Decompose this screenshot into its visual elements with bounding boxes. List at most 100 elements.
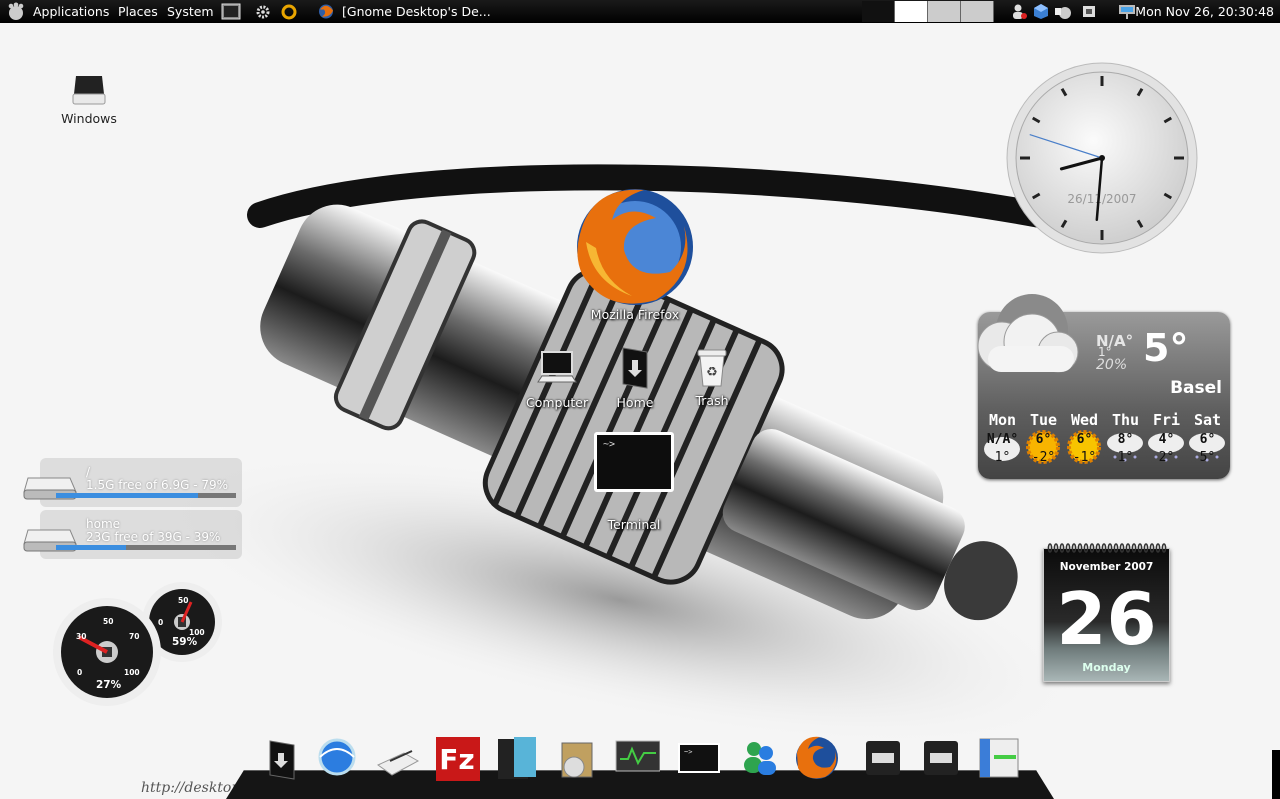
settings-gears-icon[interactable] xyxy=(255,3,275,20)
firefox-icon[interactable] xyxy=(794,735,840,781)
applications-menu[interactable]: Applications xyxy=(33,0,109,23)
workspace-3[interactable] xyxy=(928,1,961,22)
firefox-icon xyxy=(319,4,333,19)
forecast-low: 5° xyxy=(1199,450,1216,465)
disk-info: 23G free of 39G - 39% xyxy=(86,530,221,544)
messenger-icon[interactable] xyxy=(736,735,782,781)
disk-window-icon[interactable] xyxy=(918,735,964,781)
calendar-ring xyxy=(1155,543,1161,553)
weather-city: Basel xyxy=(1170,378,1222,398)
calendar-day: 26 xyxy=(1056,577,1157,661)
current-humidity: 20% xyxy=(1096,357,1128,373)
places-menu[interactable]: Places xyxy=(118,0,158,23)
trash-icon: ♻ xyxy=(697,349,727,387)
calendar-ring xyxy=(1107,543,1113,553)
disk-window-icon[interactable] xyxy=(860,735,906,781)
calendar-ring xyxy=(1143,543,1149,553)
package-installer-icon[interactable] xyxy=(554,735,600,781)
desktop-icon-trash[interactable]: ♻ Trash xyxy=(688,344,736,408)
workspace-1[interactable] xyxy=(862,1,895,22)
top-panel: Applications Places System [Gnome Deskto… xyxy=(0,0,1280,23)
update-arrows-icon[interactable] xyxy=(278,3,300,20)
system-monitor-icon[interactable] xyxy=(614,735,660,781)
calendar-ring xyxy=(1095,543,1101,553)
current-temperature: 5° xyxy=(1143,326,1189,370)
forecast-high: 6° xyxy=(1199,432,1216,447)
text-editor-icon[interactable] xyxy=(494,735,540,781)
disk-usage-root: / 1.5G free of 6.9G - 79% xyxy=(23,458,242,507)
weather-widget: N/A° 1° 20% 5° Basel Mon N/A° 1° Tue 6° … xyxy=(977,294,1230,479)
svg-text:~>: ~> xyxy=(684,748,692,756)
desktop-icon-label: Computer xyxy=(526,395,589,410)
forecast-high: N/A° xyxy=(986,432,1019,447)
desktop-icon-computer[interactable]: Computer xyxy=(526,346,588,410)
calendar-ring xyxy=(1131,543,1137,553)
disk-info: 1.5G free of 6.9G - 79% xyxy=(86,478,229,492)
desktop-icon-label: Terminal xyxy=(607,517,661,532)
forecast-high: 8° xyxy=(1117,432,1134,447)
forecast-day: Thu 8° 1° xyxy=(1105,411,1146,465)
gauge-tick: 0 xyxy=(158,618,163,627)
calendar-ring xyxy=(1119,543,1125,553)
calendar-weekday: Monday xyxy=(1082,661,1131,674)
gauge-tick: 100 xyxy=(124,668,140,677)
terminal-launcher-icon[interactable] xyxy=(221,3,241,20)
terminal-icon: ~> xyxy=(594,432,674,492)
forecast-low: 1° xyxy=(1117,450,1134,465)
disk-usage-fill xyxy=(56,545,127,550)
editor-icon[interactable] xyxy=(374,735,420,781)
cpu-chip-icon[interactable] xyxy=(1080,3,1098,20)
desktop-icon-windows[interactable]: Windows xyxy=(52,70,126,126)
svg-text:Fz: Fz xyxy=(439,743,474,776)
disk-name: / xyxy=(86,465,91,479)
home-folder-icon[interactable] xyxy=(258,735,304,781)
forecast-low: 1° xyxy=(994,450,1011,465)
gauge-tick: 50 xyxy=(178,596,188,605)
desktop-icon-firefox[interactable]: Mozilla Firefox xyxy=(570,184,700,322)
forecast-high: 4° xyxy=(1158,432,1175,447)
system-gauges-widget: 0 30 50 70 100 0 50 100 27% 59% xyxy=(52,580,224,710)
calendar-ring xyxy=(1071,543,1077,553)
calendar-ring xyxy=(1083,543,1089,553)
calendar-ring xyxy=(1161,543,1167,553)
calendar-ring xyxy=(1047,543,1053,553)
calendar-ring xyxy=(1077,543,1083,553)
system-menu[interactable]: System xyxy=(167,0,214,23)
forecast-day: Fri 4° 2° xyxy=(1146,411,1187,465)
cloud-icon xyxy=(977,294,1079,373)
calendar-ring xyxy=(1125,543,1131,553)
terminal-icon[interactable]: ~> xyxy=(676,735,722,781)
forecast-day: Mon N/A° 1° xyxy=(982,411,1023,465)
workspace-switcher[interactable] xyxy=(862,1,994,22)
desktop-icon-label: Trash xyxy=(695,393,729,408)
calendar-ring xyxy=(1101,543,1107,553)
volume-icon[interactable] xyxy=(1053,3,1073,20)
window-icon[interactable] xyxy=(976,735,1022,781)
desktop-icon-home[interactable]: Home xyxy=(610,344,660,410)
forecast-low: 2° xyxy=(1158,450,1175,465)
cube-icon[interactable] xyxy=(1032,3,1050,20)
forecast-high: 6° xyxy=(1035,432,1052,447)
desktop-icon-terminal[interactable]: ~> Terminal xyxy=(588,430,680,532)
gnome-foot-icon[interactable] xyxy=(6,2,26,21)
filezilla-icon[interactable]: Fz xyxy=(434,735,480,781)
network-user-icon[interactable] xyxy=(1010,3,1028,20)
gauge-tick: 70 xyxy=(129,632,139,641)
drive-icon xyxy=(72,76,106,105)
disk-usage-home: home 23G free of 39G - 39% xyxy=(23,510,242,559)
browser-globe-icon[interactable] xyxy=(314,735,360,781)
calendar-ring xyxy=(1149,543,1155,553)
memory-percent: 59% xyxy=(172,636,198,648)
home-folder-icon xyxy=(622,347,648,389)
workspace-4[interactable] xyxy=(961,1,994,22)
gauge-tick: 50 xyxy=(103,617,113,626)
forecast-low: -1° xyxy=(1072,450,1097,465)
disk-usage-bar xyxy=(56,545,236,550)
panel-clock[interactable]: Mon Nov 26, 20:30:48 xyxy=(1135,0,1274,23)
calendar-ring xyxy=(1065,543,1071,553)
workspace-2[interactable] xyxy=(895,1,928,22)
calendar-ring xyxy=(1137,543,1143,553)
network-connection-icon[interactable] xyxy=(1117,3,1137,20)
disk-name: home xyxy=(86,517,121,531)
window-list-button[interactable]: [Gnome Desktop's De... xyxy=(342,0,502,23)
